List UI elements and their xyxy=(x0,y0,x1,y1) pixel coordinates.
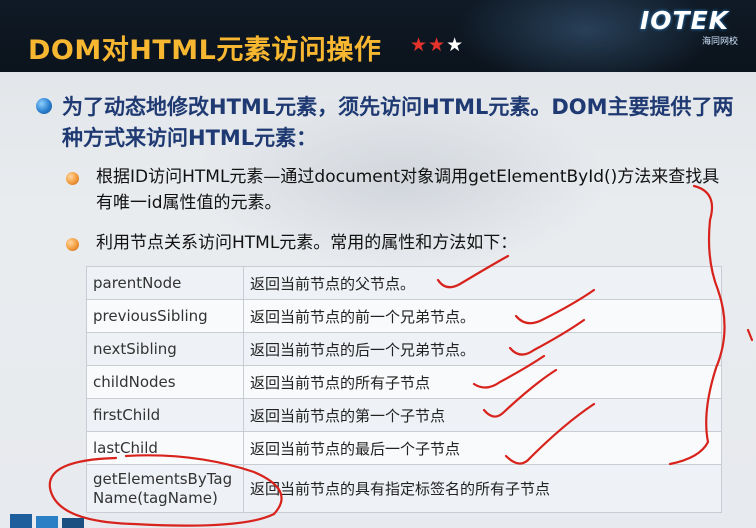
sub-bullet-1: 根据ID访问HTML元素—通过document对象调用getElementByI… xyxy=(66,164,736,216)
sub-bullet-text: 利用节点关系访问HTML元素。常用的属性和方法如下： xyxy=(96,233,518,253)
table-row: parentNode 返回当前节点的父节点。 xyxy=(86,266,722,300)
table-row: nextSibling 返回当前节点的后一个兄弟节点。 xyxy=(86,332,722,366)
star-filled-icon: ★★ xyxy=(410,34,447,56)
logo-mark: IOTEK xyxy=(640,6,730,35)
property-description: 返回当前节点的第一个子节点 xyxy=(243,398,722,432)
table-row: firstChild 返回当前节点的第一个子节点 xyxy=(86,398,722,432)
table-row: lastChild 返回当前节点的最后一个子节点 xyxy=(86,431,722,465)
table-row: getElementsByTagName(tagName) 返回当前节点的具有指… xyxy=(86,464,722,513)
property-description: 返回当前节点的最后一个子节点 xyxy=(243,431,722,465)
iotek-logo: IOTEK 海同网校 xyxy=(640,6,746,47)
sub-bullet-2: 利用节点关系访问HTML元素。常用的属性和方法如下： xyxy=(66,230,736,256)
table-row: childNodes 返回当前节点的所有子节点 xyxy=(86,365,722,399)
property-name: parentNode xyxy=(86,266,244,300)
property-name: previousSibling xyxy=(86,299,244,333)
property-name: firstChild xyxy=(86,398,244,432)
slide-header: DOM对HTML元素访问操作 ★★★ IOTEK 海同网校 xyxy=(0,0,756,72)
method-description: 返回当前节点的具有指定标签名的所有子节点 xyxy=(243,464,722,513)
main-bullet: 为了动态地修改HTML元素，须先访问HTML元素。DOM主要提供了两种方式来访问… xyxy=(36,92,736,154)
property-description: 返回当前节点的后一个兄弟节点。 xyxy=(243,332,722,366)
logo-subtitle: 海同网校 xyxy=(701,37,738,47)
slide-content: 为了动态地修改HTML元素，须先访问HTML元素。DOM主要提供了两种方式来访问… xyxy=(0,72,756,528)
property-name: lastChild xyxy=(86,431,244,465)
property-description: 返回当前节点的父节点。 xyxy=(243,266,722,300)
slide-title: DOM对HTML元素访问操作 xyxy=(28,35,382,66)
sub-bullet-text: 根据ID访问HTML元素—通过document对象调用getElementByI… xyxy=(96,167,720,213)
property-name: nextSibling xyxy=(86,332,244,366)
orange-bullet-icon xyxy=(66,172,79,185)
blue-bullet-icon xyxy=(36,98,52,114)
table-row: previousSibling 返回当前节点的前一个兄弟节点。 xyxy=(86,299,722,333)
orange-bullet-icon xyxy=(66,238,79,251)
method-name: getElementsByTagName(tagName) xyxy=(86,464,244,513)
difficulty-stars: ★★★ xyxy=(410,34,464,56)
star-empty-icon: ★ xyxy=(446,34,465,56)
main-bullet-text: 为了动态地修改HTML元素，须先访问HTML元素。DOM主要提供了两种方式来访问… xyxy=(62,95,734,150)
property-description: 返回当前节点的所有子节点 xyxy=(243,365,722,399)
bottom-decoration xyxy=(10,514,84,528)
node-api-table: parentNode 返回当前节点的父节点。 previousSibling 返… xyxy=(86,266,722,513)
property-description: 返回当前节点的前一个兄弟节点。 xyxy=(243,299,722,333)
property-name: childNodes xyxy=(86,365,244,399)
